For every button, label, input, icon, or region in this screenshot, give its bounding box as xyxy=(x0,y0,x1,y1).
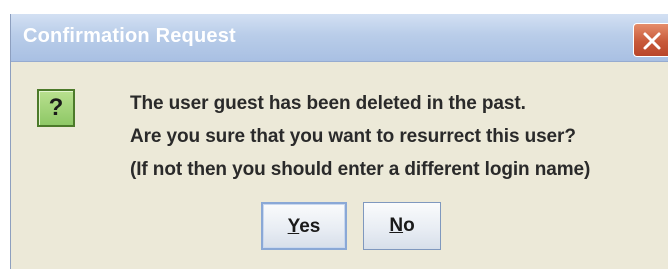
dialog-titlebar[interactable]: Confirmation Request xyxy=(11,14,668,62)
close-button[interactable] xyxy=(633,23,668,57)
no-mnemonic: N xyxy=(389,215,404,236)
message-line-2: Are you sure that you want to resurrect … xyxy=(130,126,576,147)
confirmation-dialog: Confirmation Request ? The user guest ha… xyxy=(10,14,668,269)
dialog-title: Confirmation Request xyxy=(23,25,236,47)
yes-mnemonic: Y xyxy=(287,216,300,237)
question-mark: ? xyxy=(48,94,64,121)
question-icon: ? xyxy=(37,89,75,127)
close-icon xyxy=(643,32,661,50)
no-label-rest: o xyxy=(403,215,415,236)
no-button[interactable]: No xyxy=(363,202,441,250)
message-line-3: (If not then you should enter a differen… xyxy=(130,159,591,180)
message-line-1: The user guest has been deleted in the p… xyxy=(130,93,526,114)
yes-button[interactable]: Yes xyxy=(261,202,347,250)
yes-label-rest: es xyxy=(299,216,321,237)
